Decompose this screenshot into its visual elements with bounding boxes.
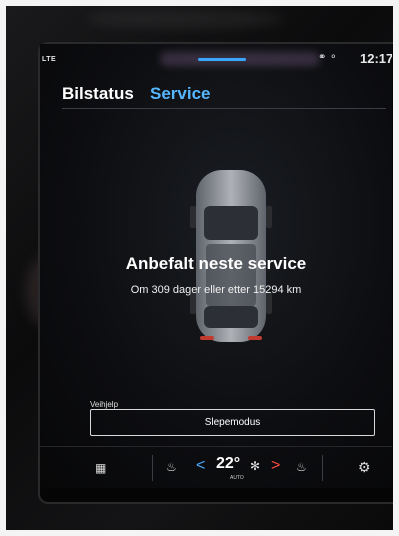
pull-down-handle[interactable] <box>198 58 246 61</box>
grid-icon[interactable]: ▦ <box>95 461 106 475</box>
settings-gear-icon[interactable]: ⚙ <box>358 459 371 476</box>
temperature-value[interactable]: 22° <box>216 455 240 473</box>
network-indicator: LTE <box>42 56 57 63</box>
tab-divider <box>62 108 386 109</box>
temperature-up-button[interactable]: > <box>271 457 280 475</box>
climate-divider <box>152 455 153 481</box>
section-label-veihjelp: Veihjelp <box>90 400 119 409</box>
service-detail: Om 309 dager eller etter 15294 km <box>130 284 302 296</box>
heated-seat-right-icon[interactable]: ♨ <box>296 460 307 474</box>
climate-bar: ▦ ♨ < 22° AUTO ✻ > ♨ ⚙ <box>40 446 392 488</box>
clock: 12:17 <box>360 51 392 66</box>
tab-service[interactable]: Service <box>150 84 211 104</box>
tab-bilstatus[interactable]: Bilstatus <box>62 84 134 104</box>
tow-mode-button[interactable]: Slepemodus <box>90 409 375 436</box>
fan-icon[interactable]: ✻ <box>250 459 260 473</box>
climate-divider <box>322 455 323 481</box>
climate-mode: AUTO <box>230 475 244 481</box>
status-icons: ⚭ ⚬ <box>318 52 338 63</box>
reflection <box>86 10 286 28</box>
heated-seat-left-icon[interactable]: ♨ <box>166 460 177 474</box>
service-headline: Anbefalt neste service <box>125 254 307 273</box>
temperature-down-button[interactable]: < <box>196 457 205 475</box>
infotainment-screen: LTE ⚭ ⚬ 12:17 Bilstatus Service Anbefalt… <box>40 44 392 488</box>
